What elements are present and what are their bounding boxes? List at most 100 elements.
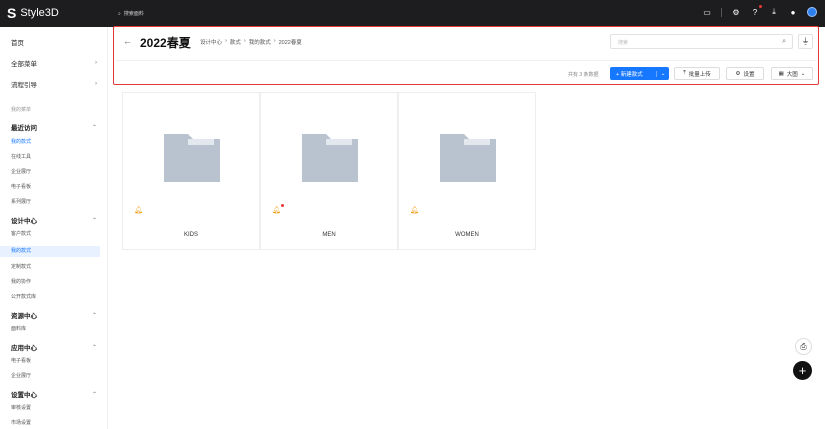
bell-icon[interactable]: 🔔︎ (272, 204, 284, 214)
sidebar-item-label: 全部菜单 (11, 61, 37, 68)
avatar[interactable] (807, 7, 817, 17)
sidebar-item-label: 客户款式 (11, 231, 32, 237)
breadcrumb-item[interactable]: 款式 (230, 38, 241, 46)
chevron-up-icon: ⌃ (91, 124, 97, 131)
brand-name: Style3D (20, 7, 59, 19)
monitor-icon[interactable]: ▭ (702, 7, 712, 17)
filter-icon: ⏚ (801, 37, 810, 46)
filter-button[interactable]: ⏚ (798, 34, 813, 49)
sidebar-item-label: 企业展厅 (11, 373, 32, 379)
sidebar-item-custom-styles[interactable]: 定制款式 (11, 263, 97, 270)
top-bar: S Style3D ⌕ 搜索面料 ▭ ⚙ ? ⤓ ● (0, 0, 825, 27)
sidebar-item-label: 系列展厅 (11, 199, 32, 205)
sidebar-item-dashboard[interactable]: 电子看板 (11, 183, 97, 190)
sidebar-item-market-settings[interactable]: 市场设置 (11, 419, 97, 426)
chevron-up-icon: ⌃ (91, 312, 97, 319)
message-icon[interactable]: ● (788, 7, 798, 17)
section-title: 最近访问 (11, 125, 37, 132)
sidebar-item-collab[interactable]: 我的协作 (11, 278, 97, 285)
help-float-button[interactable]: ⎙ (795, 338, 812, 355)
gear-icon[interactable]: ⚙ (731, 7, 741, 17)
folder-card-kids[interactable]: 🔔︎ KIDS (122, 92, 260, 250)
my-menu-label: 我的菜单 (11, 106, 97, 113)
logo-mark: S (7, 5, 17, 21)
section-title: 资源中心 (11, 313, 37, 320)
section-label: 我的菜单 (11, 107, 32, 113)
chevron-up-icon: ⌃ (91, 217, 97, 224)
section-title: 应用中心 (11, 345, 37, 352)
sidebar-item-client-styles[interactable]: 客户款式 (11, 230, 97, 237)
sidebar-item-fabric-lib[interactable]: 面料库 (11, 325, 97, 332)
sidebar-item-label: 我的协作 (11, 279, 32, 285)
sidebar-item-public-lib[interactable]: 公开款式库 (11, 293, 97, 300)
upload-icon: ⤒ (683, 70, 686, 76)
folder-name: WOMEN (455, 232, 479, 238)
global-search-placeholder: 搜索面料 (123, 11, 144, 17)
section-design[interactable]: 设计中心 ⌃ (11, 215, 97, 226)
chevron-down-icon[interactable]: ⌄ (656, 70, 669, 77)
sidebar-item-home[interactable]: 首页 (11, 37, 97, 47)
sidebar-item-all-menu[interactable]: 全部菜单 › (11, 58, 97, 68)
sidebar-item-app-dashboard[interactable]: 电子看板 (11, 357, 97, 364)
search-icon[interactable]: ⌕ (782, 38, 786, 46)
search-placeholder: 搜索 (618, 40, 629, 46)
chevron-up-icon: ⌃ (91, 391, 97, 398)
sidebar-item-my-styles-active[interactable]: 我的款式 (11, 247, 97, 254)
grid-icon: ▦ (778, 70, 784, 77)
chevron-down-icon: ⌄ (800, 70, 806, 77)
sidebar-item-label: 我的款式 (11, 248, 32, 254)
add-float-button[interactable]: + (793, 361, 812, 380)
sidebar-item-showroom[interactable]: 企业展厅 (11, 168, 97, 175)
sidebar-item-label: 公开款式库 (11, 294, 37, 300)
sidebar-item-review-settings[interactable]: 审核设置 (11, 404, 97, 411)
breadcrumb-separator: › (243, 38, 246, 44)
folder-name: KIDS (183, 232, 198, 238)
sidebar-item-series[interactable]: 系列展厅 (11, 198, 97, 205)
sidebar-item-label: 审核设置 (11, 405, 32, 411)
folder-card-men[interactable]: 🔔︎ MEN (260, 92, 398, 250)
sidebar-item-app-showroom[interactable]: 企业展厅 (11, 372, 97, 379)
back-arrow-icon[interactable]: ← (123, 36, 132, 46)
section-settings[interactable]: 设置中心 ⌃ (11, 389, 97, 400)
download-icon[interactable]: ⤓ (769, 7, 779, 17)
sidebar: 首页 全部菜单 › 流程引导 › 我的菜单 最近访问 ⌃ 我的款式 在线工具 企业… (0, 27, 108, 429)
sidebar-item-flow-guide[interactable]: 流程引导 › (11, 79, 97, 89)
logo[interactable]: S Style3D (7, 5, 59, 21)
chat-icon: ⎙ (800, 341, 807, 351)
global-search[interactable]: ⌕ 搜索面料 (118, 10, 144, 18)
help-icon[interactable]: ? (750, 5, 762, 17)
section-recent[interactable]: 最近访问 ⌃ (11, 122, 97, 133)
sidebar-item-label: 我的款式 (11, 139, 32, 145)
sidebar-item-online-tools[interactable]: 在线工具 (11, 153, 97, 160)
sidebar-item-label: 在线工具 (11, 154, 32, 160)
breadcrumb-separator: › (225, 38, 227, 44)
folder-icon (164, 134, 220, 182)
bell-icon[interactable]: 🔔︎ (410, 206, 419, 214)
new-style-button[interactable]: + 新建款式 ⌄ (610, 67, 669, 80)
section-resources[interactable]: 资源中心 ⌃ (11, 310, 97, 321)
sidebar-item-label: 面料库 (11, 326, 27, 332)
settings-button[interactable]: ⚙ 设置 (726, 67, 764, 80)
notification-dot (759, 5, 762, 8)
sidebar-item-label: 首页 (11, 40, 24, 47)
bell-icon[interactable]: 🔔︎ (134, 206, 143, 214)
settings-label: 设置 (743, 71, 755, 78)
breadcrumb-item[interactable]: 设计中心 (200, 38, 222, 46)
chevron-right-icon: › (95, 81, 97, 87)
folder-card-women[interactable]: 🔔︎ WOMEN (398, 92, 536, 250)
batch-upload-button[interactable]: ⤒ 批量上传 (674, 67, 720, 80)
search-input[interactable]: 搜索 ⌕ (610, 34, 793, 49)
folder-icon (440, 134, 496, 182)
view-mode-dropdown[interactable]: ▦ 大图 ⌄ (771, 67, 813, 80)
chevron-right-icon: › (95, 60, 97, 66)
breadcrumb-separator: › (273, 38, 276, 44)
section-apps[interactable]: 应用中心 ⌃ (11, 342, 97, 353)
breadcrumb-item-current: 2022春夏 (278, 40, 302, 46)
view-mode-label: 大图 (786, 71, 798, 78)
new-style-label: + 新建款式 (616, 71, 643, 78)
breadcrumb-item[interactable]: 我的款式 (249, 38, 271, 46)
sidebar-item-label: 电子看板 (11, 184, 32, 190)
sidebar-item-label: 流程引导 (11, 82, 37, 89)
breadcrumb: 设计中心 › 款式 › 我的款式 › 2022春夏 (200, 38, 302, 46)
sidebar-item-my-styles[interactable]: 我的款式 (11, 138, 97, 145)
